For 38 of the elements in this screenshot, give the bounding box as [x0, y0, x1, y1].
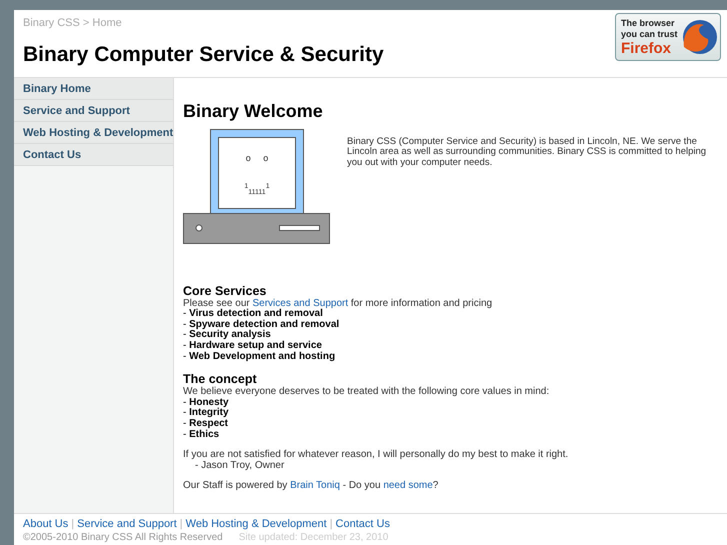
site-title: Binary Computer Service & Security — [23, 42, 384, 68]
list-item: - Web Development and hosting — [183, 352, 336, 362]
separator: | — [330, 518, 333, 531]
breadcrumb: Binary CSS > Home — [23, 16, 123, 31]
list-item: - Integrity — [183, 408, 230, 419]
section-lead: Please see our Services and Support for more information and pricing — [183, 298, 494, 309]
footer-link[interactable]: Service and Support — [77, 518, 177, 531]
closing-text: If you are not satisfied for whatever reason, I will personally do my best to make it right. — [183, 450, 570, 461]
list-item: - Virus detection and removal — [183, 309, 323, 320]
section-lead: We believe everyone deserves to be treated with the following core values in mind: — [183, 387, 550, 398]
list-item: - Spyware detection and removal — [183, 320, 340, 330]
signature: - Jason Troy, Owner — [194, 460, 286, 472]
list-item: - Security analysis — [183, 330, 272, 340]
badge-text: The browser — [621, 18, 676, 28]
sidebar-item[interactable]: Contact Us — [14, 144, 173, 166]
badge-text: Firefox — [621, 40, 672, 56]
list-item: - Respect — [183, 418, 230, 430]
footer-link[interactable]: Web Hosting & Development — [186, 518, 327, 531]
sidebar-item[interactable]: Web Hosting & Development — [14, 122, 173, 144]
list-item: - Ethics — [183, 430, 220, 440]
intro-paragraph: Binary CSS (Computer Service and Security) is based in Lincoln, NE. We serve the Lincoln area as well as surrounding communities. Binary CSS is committed to helping you out with your computer needs. — [347, 136, 708, 170]
firefox-badge[interactable]: The browser you can trust Firefox — [615, 13, 721, 61]
text-link[interactable]: Services and Support — [252, 298, 348, 309]
sidebar-item[interactable]: Service and Support — [14, 100, 173, 122]
badge-text: you can trust — [621, 28, 678, 40]
footer-link[interactable]: Contact Us — [336, 518, 390, 531]
list-item: - Honesty — [183, 398, 230, 408]
section-heading: The concept — [183, 372, 258, 386]
text-link[interactable]: need some — [383, 480, 433, 492]
footer-link[interactable]: About Us — [23, 518, 68, 531]
text-link[interactable]: Brain Toniq — [290, 480, 340, 492]
list-item: - Hardware setup and service — [183, 340, 323, 352]
sidebar-item[interactable]: Binary Home — [14, 78, 173, 100]
section-heading: Core Services — [183, 284, 268, 298]
copyright: ©2005-2010 Binary CSS All Rights Reserved — [23, 531, 223, 544]
separator: | — [180, 518, 183, 531]
separator: | — [71, 518, 74, 531]
powered-text: Our Staff is powered by Brain Toniq - Do you need some? — [183, 481, 440, 492]
